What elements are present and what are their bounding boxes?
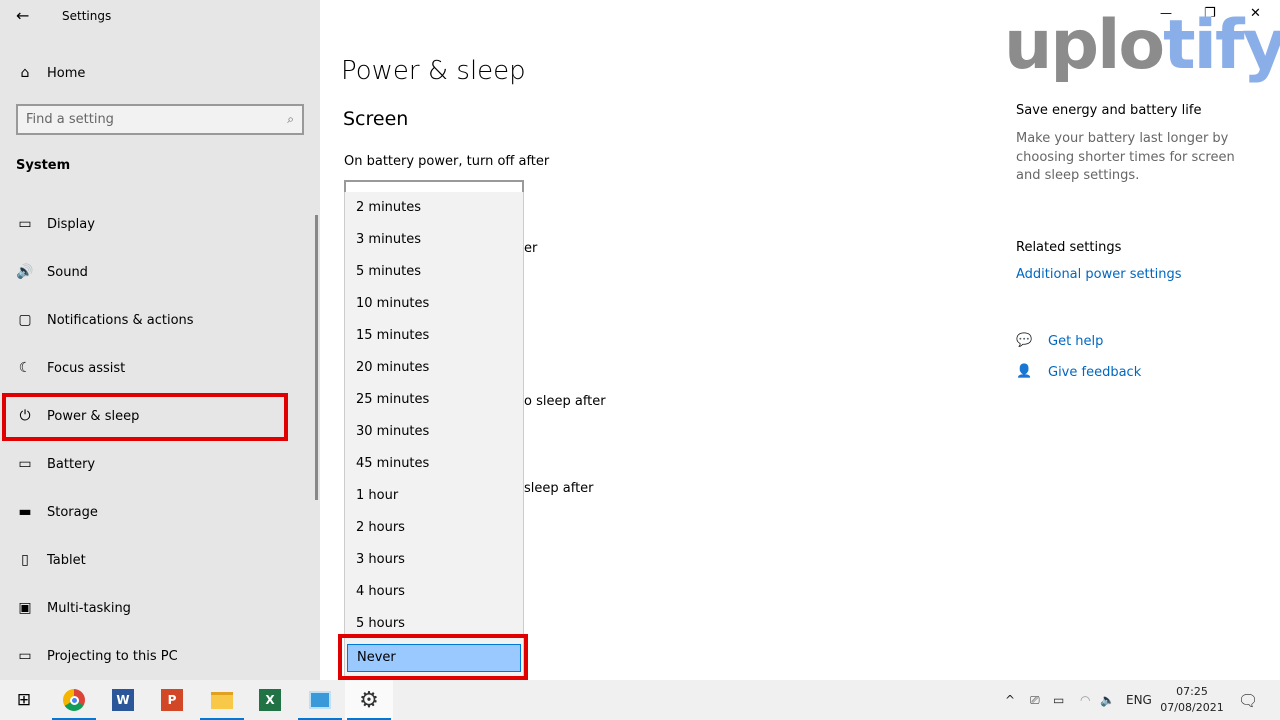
- sidebar-item-battery[interactable]: ▭ Battery: [16, 452, 95, 476]
- taskbar-word[interactable]: W: [99, 680, 147, 720]
- sidebar-item-tablet[interactable]: ▯ Tablet: [16, 548, 86, 572]
- chrome-icon: [63, 689, 85, 711]
- label-fragment: sleep after: [524, 481, 594, 496]
- page-title: Power & sleep: [341, 56, 526, 86]
- home-icon: ⌂: [20, 65, 30, 81]
- save-text: Make your battery last longer by choosin…: [1016, 131, 1235, 183]
- start-button[interactable]: ⊞: [0, 680, 48, 720]
- dropdown-option[interactable]: 3 minutes: [356, 232, 421, 247]
- save-heading: Save energy and battery life: [1016, 103, 1202, 118]
- action-center-icon[interactable]: 🗨: [1238, 680, 1258, 720]
- annotation-box: [2, 393, 288, 441]
- taskbar-excel[interactable]: X: [246, 680, 294, 720]
- wifi-icon[interactable]: ◠: [1080, 680, 1090, 720]
- volume-icon[interactable]: 🔈: [1100, 680, 1115, 720]
- sidebar-scrollbar[interactable]: [315, 215, 318, 500]
- taskbar-settings[interactable]: ⚙: [345, 680, 393, 720]
- search-placeholder: Find a setting: [26, 112, 114, 127]
- annotation-box: [338, 634, 528, 680]
- word-icon: W: [112, 689, 134, 711]
- notifications-icon: ▢: [18, 312, 32, 328]
- dropdown-option[interactable]: 25 minutes: [356, 392, 429, 407]
- sidebar-item-storage[interactable]: ▬ Storage: [16, 500, 98, 524]
- dropdown-option[interactable]: 10 minutes: [356, 296, 429, 311]
- home-label: Home: [47, 65, 86, 81]
- get-help-link[interactable]: Get help: [1048, 334, 1103, 349]
- sidebar-item-sound[interactable]: 🔊 Sound: [16, 260, 88, 284]
- sidebar-item-projecting-to-this-pc[interactable]: ▭ Projecting to this PC: [16, 644, 178, 668]
- folder-icon: [211, 691, 233, 709]
- window-title: Settings: [62, 9, 112, 23]
- gear-icon: ⚙: [359, 687, 379, 713]
- focus-assist-icon: ☾: [18, 360, 32, 376]
- language-indicator[interactable]: ENG: [1126, 680, 1152, 720]
- dropdown-option[interactable]: 15 minutes: [356, 328, 429, 343]
- sidebar-item-label: Multi-tasking: [47, 600, 131, 616]
- sidebar-item-notifications-actions[interactable]: ▢ Notifications & actions: [16, 308, 194, 332]
- storage-icon: ▬: [18, 504, 32, 520]
- dropdown-option[interactable]: 5 hours: [356, 616, 405, 631]
- label-fragment: o sleep after: [524, 394, 606, 409]
- sidebar-item-label: Notifications & actions: [47, 312, 194, 328]
- clock[interactable]: 07:25 07/08/2021: [1160, 680, 1224, 720]
- sidebar-item-label: Projecting to this PC: [47, 648, 178, 664]
- display-icon: ▭: [18, 216, 32, 232]
- sidebar-item-display[interactable]: ▭ Display: [16, 212, 95, 236]
- sidebar-item-label: Battery: [47, 456, 96, 472]
- related-heading: Related settings: [1016, 240, 1122, 255]
- show-hidden-icons[interactable]: ^: [1005, 680, 1015, 720]
- sidebar-home[interactable]: ⌂ Home: [16, 61, 86, 85]
- dropdown-option[interactable]: 45 minutes: [356, 456, 429, 471]
- feedback-icon: 👤: [1016, 364, 1033, 379]
- dropdown-option[interactable]: 3 hours: [356, 552, 405, 567]
- projecting-icon: ▭: [18, 648, 32, 664]
- sidebar-item-focus-assist[interactable]: ☾ Focus assist: [16, 356, 126, 380]
- excel-icon: X: [259, 689, 281, 711]
- taskbar: ⊞ W P X ⚙ ^ ⎚ ▭ ◠ 🔈 ENG 07:25 07/08/2021 …: [0, 680, 1280, 720]
- label-fragment: er: [524, 241, 538, 256]
- multitasking-icon: ▣: [18, 600, 32, 616]
- screen-timeout-select[interactable]: [344, 180, 524, 192]
- meet-now-icon[interactable]: ⎚: [1030, 680, 1040, 720]
- dropdown-option[interactable]: 30 minutes: [356, 424, 429, 439]
- dropdown-option[interactable]: 1 hour: [356, 488, 398, 503]
- battery-screen-label: On battery power, turn off after: [344, 154, 550, 169]
- sidebar-item-label: Storage: [47, 504, 98, 520]
- screen-heading: Screen: [343, 108, 409, 130]
- windows-icon: ⊞: [16, 690, 32, 710]
- battery-tray-icon[interactable]: ▭: [1053, 680, 1064, 720]
- battery-icon: ▭: [18, 456, 32, 472]
- powerpoint-icon: P: [161, 689, 183, 711]
- tablet-icon: ▯: [21, 552, 29, 568]
- back-icon[interactable]: ←: [16, 6, 29, 25]
- sidebar: ← Settings ⌂ Home Find a setting ⌕ System …: [0, 0, 320, 680]
- dropdown-option[interactable]: 5 minutes: [356, 264, 421, 279]
- time: 07:25: [1176, 685, 1208, 698]
- timeout-dropdown-list: 2 minutes 3 minutes 5 minutes 10 minutes 15 …: [344, 192, 524, 680]
- control-panel-icon: [309, 691, 331, 709]
- date: 07/08/2021: [1160, 701, 1224, 714]
- taskbar-control-panel[interactable]: [296, 680, 344, 720]
- sidebar-item-label: Focus assist: [47, 360, 126, 376]
- watermark-logo: uplotify: [1004, 6, 1280, 85]
- section-heading: System: [16, 158, 71, 173]
- sidebar-item-label: Tablet: [47, 552, 86, 568]
- sidebar-item-multi-tasking[interactable]: ▣ Multi-tasking: [16, 596, 131, 620]
- sound-icon: 🔊: [16, 264, 34, 280]
- taskbar-powerpoint[interactable]: P: [148, 680, 196, 720]
- search-input[interactable]: Find a setting ⌕: [16, 104, 304, 135]
- additional-power-link[interactable]: Additional power settings: [1016, 267, 1182, 282]
- get-help-icon: 💬: [1016, 333, 1033, 348]
- sidebar-item-label: Sound: [47, 264, 88, 280]
- dropdown-option[interactable]: 2 minutes: [356, 200, 421, 215]
- dropdown-option[interactable]: 4 hours: [356, 584, 405, 599]
- search-icon: ⌕: [287, 112, 294, 126]
- dropdown-option[interactable]: 20 minutes: [356, 360, 429, 375]
- give-feedback-link[interactable]: Give feedback: [1048, 365, 1141, 380]
- taskbar-chrome[interactable]: [50, 680, 98, 720]
- dropdown-option[interactable]: 2 hours: [356, 520, 405, 535]
- sidebar-item-label: Display: [47, 216, 95, 232]
- taskbar-file-explorer[interactable]: [198, 680, 246, 720]
